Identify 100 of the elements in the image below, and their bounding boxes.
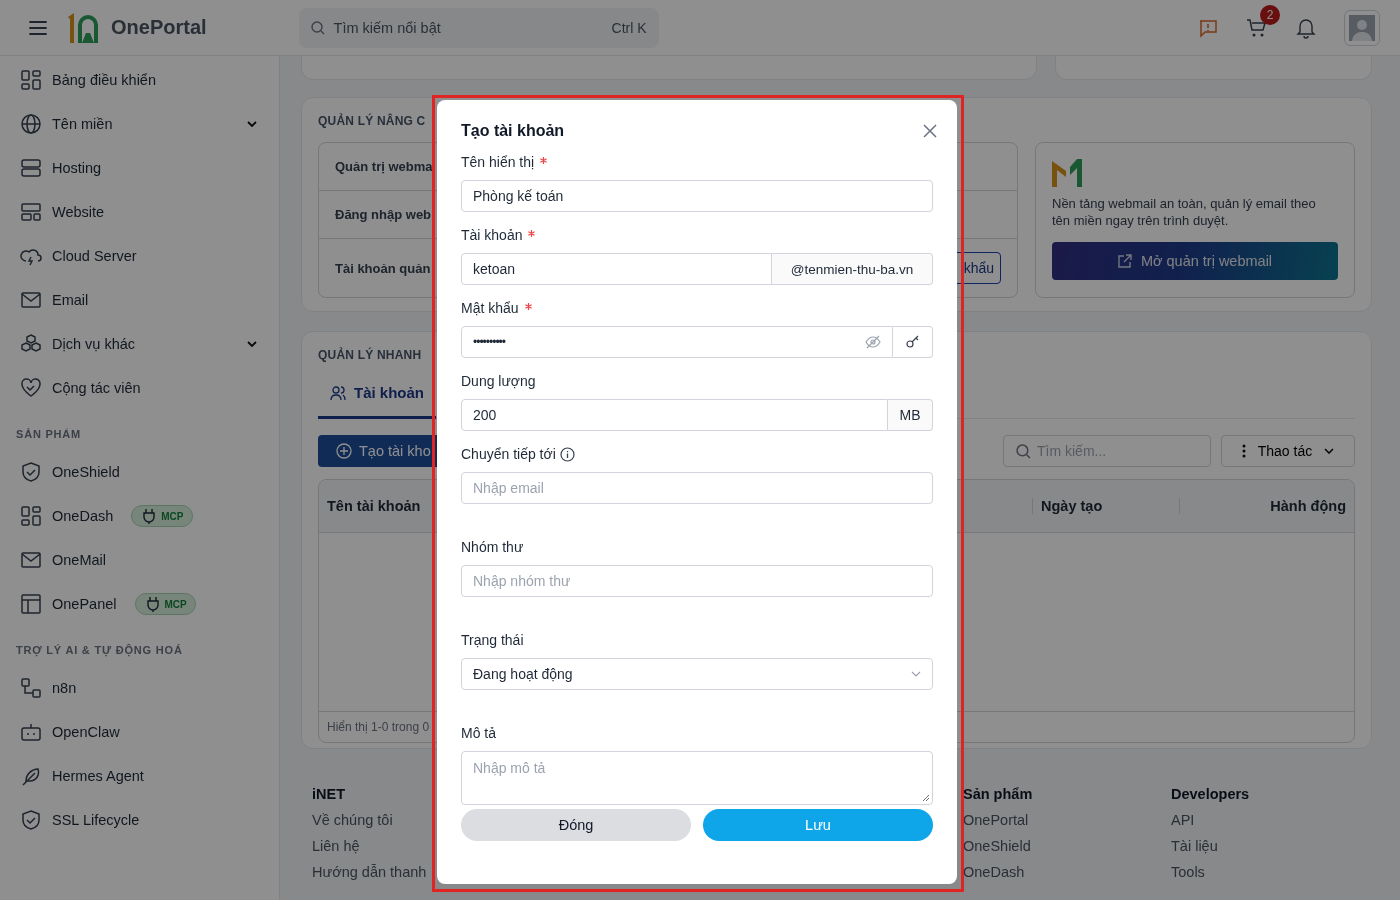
status-select[interactable]: Đang hoạt động — [461, 658, 933, 690]
field-label: Mô tả — [461, 725, 496, 741]
close-icon[interactable] — [923, 124, 937, 138]
field-label: Dung lượng — [461, 373, 536, 389]
sidebar-item[interactable]: Dịch vụ khác — [52, 336, 135, 352]
sidebar-item[interactable]: OneDash — [52, 508, 114, 524]
sidebar-item[interactable]: OnePanel — [52, 596, 117, 612]
row-label: Tài khoản quản — [335, 260, 431, 276]
footer-link[interactable]: Tài liệu — [1171, 838, 1218, 854]
footer-heading: Sản phẩm — [963, 786, 1033, 802]
chevron-icon — [911, 671, 921, 677]
password-field[interactable]: •••••••••• — [461, 326, 893, 358]
boxes-icon — [20, 333, 42, 355]
column-header: Tên tài khoản — [326, 498, 422, 514]
input-field[interactable]: ketoan — [461, 253, 772, 285]
field-label: Tên hiển thị — [461, 154, 535, 170]
search-placeholder: Tìm kiếm nổi bật — [333, 19, 442, 36]
footer-link[interactable]: Về chúng tôi — [312, 812, 393, 828]
dash-icon — [20, 69, 42, 91]
mail-icon — [20, 289, 42, 311]
mcp-badge: MCP — [134, 593, 196, 615]
column-header: Ngày tạo — [1032, 498, 1179, 514]
menu-icon[interactable] — [29, 20, 47, 35]
input-field[interactable]: Phòng kế toán — [461, 180, 933, 212]
sidebar-item[interactable]: Cloud Server — [52, 248, 137, 264]
plus-circle-icon — [336, 443, 352, 459]
webmail-logo-icon — [1052, 159, 1082, 187]
promo-text: Nền tảng webmail an toàn, quản lý email theo tên miền ngay trên trình duyệt. — [1052, 195, 1317, 229]
field-label: Chuyển tiếp tới — [461, 446, 556, 462]
cart-count-badge: 2 — [1260, 4, 1280, 25]
close-button[interactable]: Đóng — [461, 809, 691, 841]
eye-slash-icon[interactable] — [865, 335, 881, 349]
bell-icon[interactable] — [1296, 16, 1316, 39]
footer-link[interactable]: OneShield — [963, 838, 1031, 854]
sidebar-item[interactable]: Bảng điều khiển — [52, 72, 156, 88]
key-icon — [904, 335, 921, 349]
feather-icon — [20, 765, 42, 787]
footer-heading: iNET — [312, 786, 346, 802]
row-label: Quản trị webma — [335, 159, 433, 174]
actions-button[interactable]: Thao tác — [1221, 435, 1355, 467]
footer-link[interactable]: Tools — [1171, 864, 1205, 880]
chevron-icon[interactable] — [247, 121, 257, 127]
dash-icon — [20, 505, 42, 527]
sidebar-item[interactable]: Tên miền — [52, 116, 113, 132]
flow-icon — [20, 677, 42, 699]
shield-icon — [20, 461, 42, 483]
input-suffix: MB — [888, 399, 933, 431]
field-label: Nhóm thư — [461, 539, 524, 555]
footer-link[interactable]: OnePortal — [963, 812, 1029, 828]
footer-link[interactable]: Liên hệ — [312, 838, 360, 854]
generate-password-button[interactable] — [893, 326, 933, 358]
footer-link[interactable]: Hướng dẫn thanh — [312, 864, 427, 880]
field-label: Trạng thái — [461, 632, 524, 648]
feedback-icon[interactable] — [1198, 17, 1218, 38]
server-icon — [20, 157, 42, 179]
sidebar-item[interactable]: OneShield — [52, 464, 120, 480]
section-heading: SẢN PHẨM — [15, 427, 83, 442]
users-icon — [330, 384, 346, 401]
globe-icon — [20, 113, 42, 135]
search-icon — [1016, 443, 1031, 459]
section-heading: TRỢ LÝ AI & TỰ ĐỘNG HOÁ — [15, 643, 184, 659]
bot-icon — [20, 721, 42, 743]
sidebar-item[interactable]: n8n — [52, 680, 77, 696]
resize-grip-icon[interactable] — [922, 794, 930, 802]
panel-icon — [20, 593, 42, 615]
panel-title: QUẢN LÝ NÂNG C — [318, 114, 427, 128]
cart-icon[interactable] — [1246, 16, 1268, 39]
chevron-icon — [1324, 448, 1335, 454]
heart-icon — [20, 377, 42, 399]
footer-link[interactable]: OneDash — [963, 864, 1025, 880]
input-suffix: @tenmien-thu-ba.vn — [772, 253, 933, 285]
input-field[interactable]: 200 — [461, 399, 888, 431]
dialog-title: Tạo tài khoản — [461, 122, 565, 140]
row-label: Đăng nhập web — [335, 207, 432, 222]
column-header: Hành động — [1179, 498, 1354, 514]
open-webmail-button[interactable]: Mở quản trị webmail — [1052, 242, 1338, 280]
chevron-icon[interactable] — [247, 341, 257, 347]
sidebar-item[interactable]: Hosting — [52, 160, 102, 176]
sidebar-item[interactable]: Email — [52, 292, 89, 308]
table-summary: Hiển thị 1-0 trong 0 — [327, 720, 430, 734]
brand-name: OnePortal — [111, 16, 207, 39]
more-vertical-icon — [1241, 444, 1246, 458]
sidebar-item[interactable]: OpenClaw — [52, 724, 120, 740]
sidebar-item[interactable]: Website — [52, 204, 105, 220]
footer-link[interactable]: API — [1171, 812, 1195, 828]
sidebar-item[interactable]: Cộng tác viên — [52, 380, 141, 396]
search-placeholder: Tìm kiếm... — [1037, 443, 1107, 459]
sidebar-item[interactable]: Hermes Agent — [52, 768, 144, 784]
external-link-icon — [1117, 254, 1132, 268]
field-label: Tài khoản — [461, 227, 523, 243]
search-icon — [310, 20, 325, 35]
field-label: Mật khẩu — [461, 300, 519, 316]
sidebar-item[interactable]: SSL Lifecycle — [52, 812, 140, 828]
search-field[interactable]: Tìm kiếm nổi bật Ctrl K — [298, 7, 659, 48]
footer-heading: Developers — [1171, 786, 1250, 802]
layout-icon — [20, 201, 42, 223]
sidebar-item[interactable]: OneMail — [52, 552, 106, 568]
panel-title: QUẢN LÝ NHANH — [318, 348, 423, 362]
shortcut-hint: Ctrl K — [611, 19, 647, 36]
shield-icon — [20, 809, 42, 831]
